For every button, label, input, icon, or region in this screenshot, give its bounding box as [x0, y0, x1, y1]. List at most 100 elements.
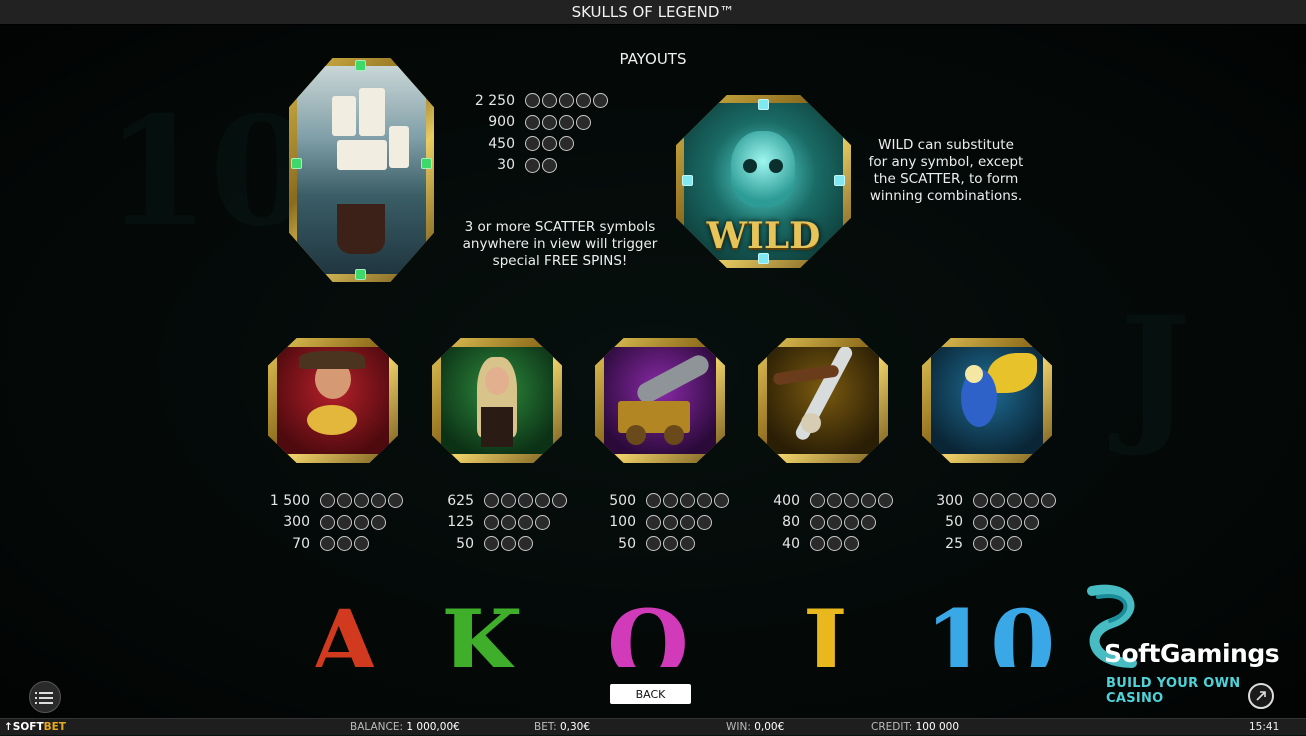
pirate-woman-symbol [432, 338, 562, 463]
payout-row: 300 [903, 490, 1056, 512]
win-display: WIN: 0,00€ [726, 721, 785, 733]
letter-k-symbol: K [441, 595, 523, 667]
symbol-payout-table: 1 500 300 70 [250, 490, 403, 555]
scatter-ship-symbol [289, 58, 434, 282]
number-10-symbol: 10 [924, 595, 1056, 667]
symbol-count-dots [525, 93, 608, 109]
letter-a-symbol: A [308, 595, 382, 667]
game-title: SKULLS OF LEGEND™ [571, 3, 735, 21]
symbol-count-dots [646, 514, 712, 530]
payout-value: 40 [782, 535, 800, 552]
scatter-payout-table: 2 250 900 450 30 [465, 90, 608, 176]
symbol-payout-table: 500 100 50 [576, 490, 729, 555]
open-external-button[interactable] [1248, 683, 1274, 709]
title-bar: SKULLS OF LEGEND™ [0, 0, 1306, 25]
payout-value: 70 [292, 535, 310, 552]
parrot-symbol [922, 338, 1052, 463]
description-line: winning combinations. [869, 188, 1023, 204]
payout-row: 450 [465, 133, 608, 155]
payout-row: 100 [576, 512, 729, 534]
payout-value: 1 500 [269, 492, 310, 509]
scatter-description: 3 or more SCATTER symbols anywhere in vi… [440, 219, 680, 270]
payout-row: 300 [250, 512, 403, 534]
payout-row: 70 [250, 533, 403, 555]
softgamings-watermark: SoftGamings BUILD YOUR OWN CASINO [1072, 583, 1302, 706]
payout-row: 40 [740, 533, 893, 555]
description-line: the SCATTER, to form [873, 171, 1019, 187]
symbol-count-dots [973, 536, 1022, 552]
symbol-count-dots [484, 514, 550, 530]
description-line: special FREE SPINS! [492, 253, 628, 269]
symbol-count-dots [810, 536, 859, 552]
description-line: anywhere in view will trigger [462, 236, 658, 252]
payout-value: 400 [773, 492, 800, 509]
symbol-count-dots [484, 536, 533, 552]
payout-row: 500 [576, 490, 729, 512]
payout-value: 100 [609, 514, 636, 531]
payout-value: 625 [447, 492, 474, 509]
bet-display: BET: 0,30€ [534, 721, 591, 733]
wild-skull-symbol: WILD [676, 95, 851, 268]
brand-name: SoftGamings [1104, 639, 1280, 668]
symbol-count-dots [525, 157, 557, 173]
symbol-count-dots [646, 493, 729, 509]
payout-value: 50 [945, 514, 963, 531]
payout-value: 300 [936, 492, 963, 509]
payouts-heading: PAYOUTS [619, 50, 687, 68]
payout-row: 50 [414, 533, 567, 555]
description-line: 3 or more SCATTER symbols [464, 219, 656, 235]
payout-row: 50 [576, 533, 729, 555]
symbol-payout-table: 625 125 50 [414, 490, 567, 555]
status-bar: ↑SOFTBET BALANCE: 1 000,00€ BET: 0,30€ W… [0, 718, 1306, 735]
payout-row: 50 [903, 512, 1056, 534]
external-link-icon [1256, 691, 1266, 701]
symbol-count-dots [525, 114, 591, 130]
symbol-count-dots [973, 514, 1039, 530]
symbol-count-dots [320, 493, 403, 509]
cannon-symbol [595, 338, 725, 463]
payout-value: 25 [945, 535, 963, 552]
payout-value: 125 [447, 514, 474, 531]
wild-description: WILD can substitute for any symbol, exce… [846, 137, 1046, 205]
clock: 15:41 [1249, 721, 1280, 733]
payout-row: 30 [465, 155, 608, 177]
payout-row: 625 [414, 490, 567, 512]
payout-row: 1 500 [250, 490, 403, 512]
payout-value: 500 [609, 492, 636, 509]
payout-value: 300 [283, 514, 310, 531]
symbol-count-dots [810, 493, 893, 509]
symbol-count-dots [484, 493, 567, 509]
payout-row: 2 250 [465, 90, 608, 112]
payout-value: 50 [456, 535, 474, 552]
pistol-sword-symbol [758, 338, 888, 463]
letter-q-symbol: Q [607, 595, 689, 667]
payout-row: 25 [903, 533, 1056, 555]
letter-j-symbol: J [802, 595, 848, 667]
payout-row: 400 [740, 490, 893, 512]
payout-row: 900 [465, 112, 608, 134]
symbol-payout-table: 400 80 40 [740, 490, 893, 555]
back-button[interactable]: BACK [610, 684, 691, 704]
symbol-count-dots [810, 514, 876, 530]
symbol-count-dots [320, 536, 369, 552]
payout-value: 30 [497, 157, 515, 174]
provider-logo: ↑SOFTBET [4, 721, 66, 733]
symbol-count-dots [320, 514, 386, 530]
symbol-count-dots [525, 136, 574, 152]
menu-button[interactable] [29, 681, 61, 713]
payout-value: 2 250 [474, 92, 515, 109]
payout-row: 80 [740, 512, 893, 534]
symbol-payout-table: 300 50 25 [903, 490, 1056, 555]
description-line: WILD can substitute [878, 137, 1014, 153]
symbol-count-dots [973, 493, 1056, 509]
payout-value: 80 [782, 514, 800, 531]
credit-display: CREDIT: 100 000 [871, 721, 960, 733]
pirate-man-symbol [268, 338, 398, 463]
symbol-count-dots [646, 536, 695, 552]
balance-display: BALANCE: 1 000,00€ [350, 721, 460, 733]
payout-value: 450 [488, 135, 515, 152]
payout-value: 50 [618, 535, 636, 552]
payout-row: 125 [414, 512, 567, 534]
payout-value: 900 [488, 114, 515, 131]
description-line: for any symbol, except [868, 154, 1024, 170]
